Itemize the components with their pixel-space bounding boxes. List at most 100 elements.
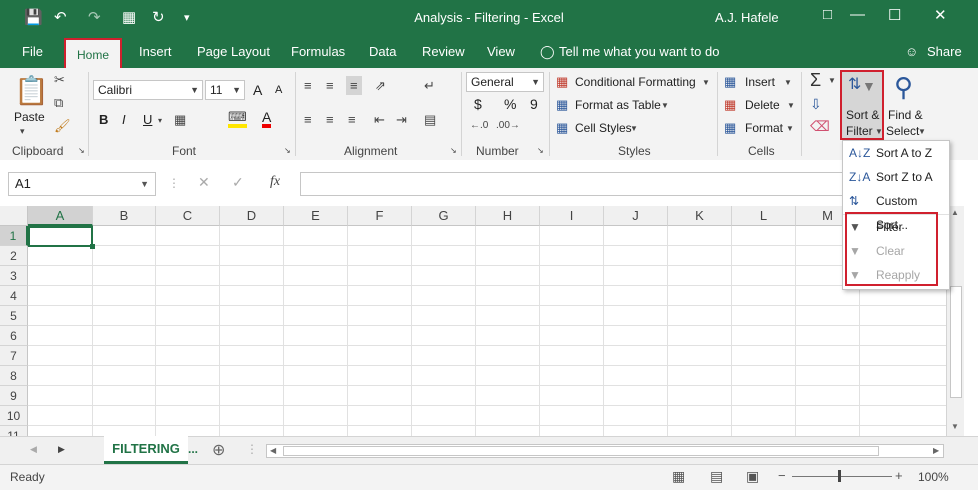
paste-dropdown-icon[interactable]: ▾ <box>20 126 25 137</box>
column-header[interactable]: I <box>540 206 604 226</box>
underline-dropdown-icon[interactable]: ▾ <box>158 116 162 125</box>
clear-icon[interactable]: ⌫ <box>810 118 830 135</box>
insert-cells-button[interactable]: Insert <box>745 75 775 89</box>
fill-color-icon[interactable]: ⌨ <box>228 110 247 128</box>
number-launcher-icon[interactable]: ↘ <box>537 146 544 155</box>
row-header[interactable]: 9 <box>0 386 28 406</box>
chevron-down-icon[interactable]: ▼ <box>630 124 638 133</box>
comma-button[interactable]: 9 <box>530 96 538 112</box>
chevron-down-icon[interactable]: ▼ <box>786 124 794 133</box>
tab-insert[interactable]: Insert <box>139 44 172 59</box>
fill-handle[interactable] <box>90 244 95 249</box>
prev-sheet-icon[interactable]: ◀ <box>30 444 37 455</box>
format-as-table-button[interactable]: Format as Table <box>575 98 661 112</box>
borders-icon[interactable]: ▦ <box>174 112 186 128</box>
ribbon-display-icon[interactable]: □ <box>823 6 832 23</box>
cut-icon[interactable]: ✂ <box>54 72 65 88</box>
chevron-down-icon[interactable]: ▼ <box>787 101 795 110</box>
table-row[interactable] <box>28 386 946 406</box>
share-button[interactable]: Share <box>927 44 962 59</box>
font-size-combo[interactable]: 11 ▼ <box>205 80 245 100</box>
tab-file[interactable]: File <box>22 44 43 59</box>
column-header[interactable]: F <box>348 206 412 226</box>
tell-me-box[interactable]: Tell me what you want to do <box>559 44 719 59</box>
column-header[interactable]: J <box>604 206 668 226</box>
find-select-line1[interactable]: Find & <box>888 108 923 122</box>
orientation-icon[interactable]: ⇗ <box>375 78 386 94</box>
minimize-icon[interactable]: — <box>850 6 865 23</box>
close-icon[interactable]: ✕ <box>934 6 947 24</box>
paste-button[interactable]: Paste <box>14 110 45 124</box>
sort-filter-button[interactable]: ⇅ ▼ Sort & Filter ▼ <box>840 70 884 140</box>
paste-icon[interactable]: 📋 <box>14 74 49 107</box>
select-all-corner[interactable] <box>0 206 28 226</box>
name-box[interactable]: A1 ▼ <box>8 172 156 196</box>
cancel-icon[interactable]: ✕ <box>198 174 210 191</box>
chevron-down-icon[interactable]: ▼ <box>140 173 149 195</box>
scroll-left-icon[interactable]: ◀ <box>270 446 276 455</box>
zoom-level[interactable]: 100% <box>918 470 949 484</box>
column-header[interactable]: E <box>284 206 348 226</box>
decrease-decimal-icon[interactable]: .00→ <box>496 120 520 131</box>
scroll-thumb[interactable] <box>950 286 962 398</box>
table-row[interactable] <box>28 406 946 426</box>
row-header[interactable]: 6 <box>0 326 28 346</box>
row-header[interactable]: 4 <box>0 286 28 306</box>
table-row[interactable] <box>28 266 946 286</box>
column-header[interactable]: A <box>28 206 93 226</box>
zoom-slider-thumb[interactable] <box>838 470 841 482</box>
table-row[interactable] <box>28 366 946 386</box>
align-bottom-icon[interactable]: ≡ <box>346 76 362 95</box>
tab-review[interactable]: Review <box>422 44 465 59</box>
column-header[interactable]: K <box>668 206 732 226</box>
italic-button[interactable]: I <box>122 112 126 127</box>
page-layout-view-icon[interactable]: ▤ <box>710 468 723 485</box>
more-sheets-button[interactable]: ... <box>188 442 198 456</box>
table-row[interactable] <box>28 246 946 266</box>
chevron-down-icon[interactable]: ▼ <box>661 101 669 110</box>
scroll-down-icon[interactable]: ▼ <box>951 422 959 431</box>
column-header[interactable]: D <box>220 206 284 226</box>
copy-icon[interactable]: ⧉ <box>54 95 63 111</box>
align-top-icon[interactable]: ≡ <box>304 78 312 93</box>
font-launcher-icon[interactable]: ↘ <box>284 146 291 155</box>
row-header[interactable]: 2 <box>0 246 28 266</box>
row-header[interactable]: 5 <box>0 306 28 326</box>
tab-page-layout[interactable]: Page Layout <box>197 44 270 59</box>
chevron-down-icon[interactable]: ▼ <box>828 76 836 85</box>
column-header[interactable]: L <box>732 206 796 226</box>
format-painter-icon[interactable]: 🖌 <box>54 118 71 134</box>
chevron-down-icon[interactable]: ▼ <box>702 78 710 87</box>
format-cells-button[interactable]: Format <box>745 121 783 135</box>
find-select-line2[interactable]: Select <box>886 124 919 138</box>
sheet-tab-filtering[interactable]: FILTERING <box>104 436 188 464</box>
zoom-slider-track[interactable] <box>792 476 892 477</box>
normal-view-icon[interactable]: ▦ <box>672 468 685 485</box>
delete-cells-button[interactable]: Delete <box>745 98 780 112</box>
table-row[interactable] <box>28 306 946 326</box>
underline-button[interactable]: U <box>143 112 152 127</box>
row-header[interactable]: 8 <box>0 366 28 386</box>
scroll-up-icon[interactable]: ▲ <box>951 208 959 217</box>
table-row[interactable] <box>28 286 946 306</box>
row-header[interactable]: 10 <box>0 406 28 426</box>
increase-decimal-icon[interactable]: ←.0 <box>470 120 488 131</box>
menu-item-custom-sort[interactable]: ⇅ Custom Sort... <box>843 189 949 232</box>
font-family-combo[interactable]: Calibri ▼ <box>93 80 203 100</box>
h-scroll-thumb[interactable] <box>283 446 879 456</box>
chevron-down-icon[interactable]: ▼ <box>918 127 926 136</box>
formula-input[interactable] <box>300 172 860 196</box>
horizontal-scrollbar[interactable]: ◀ ▶ <box>266 444 944 458</box>
align-middle-icon[interactable]: ≡ <box>326 78 334 93</box>
shrink-font-button[interactable]: A <box>275 84 282 96</box>
autosum-icon[interactable]: Σ <box>810 70 821 91</box>
zoom-in-icon[interactable]: + <box>895 468 903 483</box>
table-row[interactable] <box>28 326 946 346</box>
share-icon[interactable]: ☺ <box>905 44 918 59</box>
cell-styles-button[interactable]: Cell Styles <box>575 121 632 135</box>
new-sheet-icon[interactable]: ⊕ <box>212 440 225 460</box>
table-row[interactable] <box>28 346 946 366</box>
split-handle-icon[interactable]: ⋮ <box>246 442 258 456</box>
menu-item-sort-a-z[interactable]: A↓Z Sort A to Z <box>843 141 949 165</box>
conditional-formatting-button[interactable]: Conditional Formatting <box>575 75 696 89</box>
